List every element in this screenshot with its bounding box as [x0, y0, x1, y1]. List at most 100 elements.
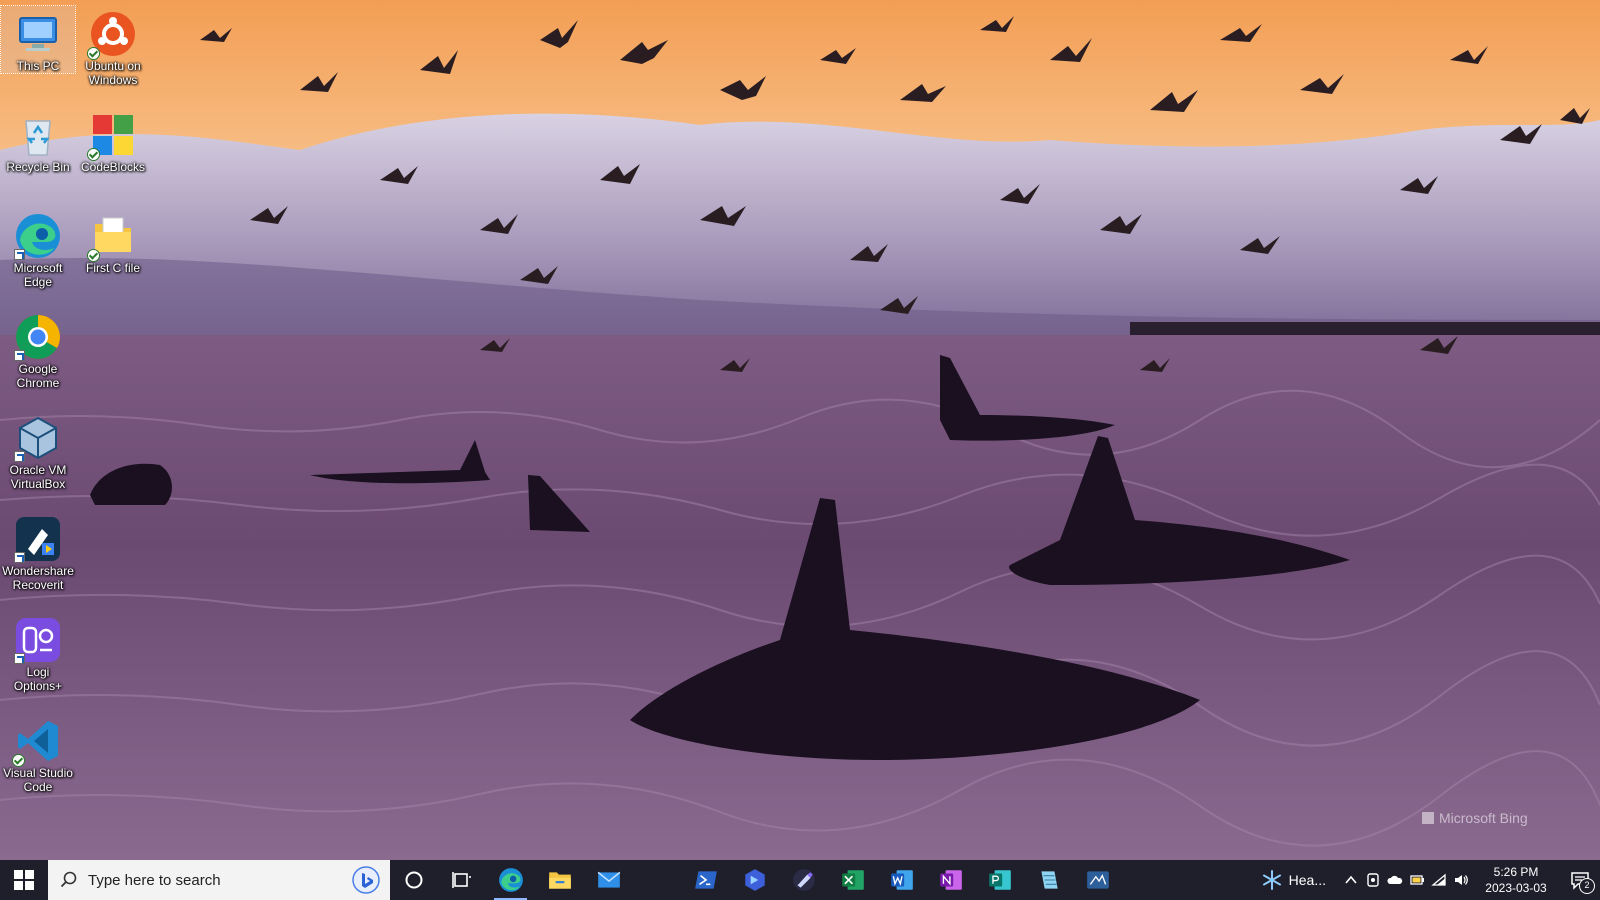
weather-widget[interactable]: Hea...	[1261, 869, 1326, 891]
desktop-icon-chrome[interactable]: Google Chrome	[1, 309, 75, 390]
volume-button[interactable]	[1450, 860, 1472, 900]
cortana-button[interactable]	[390, 860, 438, 900]
taskbar-app-word[interactable]	[877, 860, 926, 900]
taskbar-app-vs-installer[interactable]	[779, 860, 828, 900]
vscode-icon	[12, 717, 62, 767]
desktop-icon-label: Recycle Bin	[6, 160, 70, 174]
clock-date: 2023-03-03	[1485, 881, 1547, 895]
tray-device-button[interactable]	[1362, 860, 1384, 900]
recoverit-icon	[14, 515, 62, 563]
publisher-icon	[988, 870, 1011, 890]
desktop-icon-ubuntu[interactable]: Ubuntu on Windows	[76, 6, 150, 87]
edge-icon	[14, 212, 62, 260]
onenote-icon	[939, 870, 962, 890]
desktop-icon-label: CodeBlocks	[80, 160, 146, 174]
search-placeholder: Type here to search	[88, 871, 221, 889]
wifi-icon	[1431, 873, 1446, 886]
taskbar-app-snipping-tool[interactable]	[1073, 860, 1122, 900]
desktop-icon-virtualbox[interactable]: Oracle VM VirtualBox	[1, 410, 75, 491]
bing-watermark: Microsoft Bing	[1422, 810, 1528, 826]
shortcut-arrow-icon	[14, 552, 25, 563]
webcam-icon	[1367, 873, 1379, 887]
chrome-icon	[14, 313, 62, 361]
start-button[interactable]	[0, 860, 48, 900]
system-tray: Hea... 5:26 PM 2023-03-03 2	[1261, 860, 1600, 900]
notification-count-badge: 2	[1579, 878, 1595, 894]
ubuntu-icon	[87, 10, 137, 60]
desktop-icon-label: Oracle VM VirtualBox	[9, 463, 67, 491]
shortcut-arrow-icon	[14, 653, 25, 664]
speaker-icon	[1455, 875, 1468, 885]
desktop-icon-label: This PC	[16, 59, 60, 73]
sync-status-icon	[87, 47, 100, 60]
task-view-button[interactable]	[438, 860, 486, 900]
task-view-icon	[452, 872, 471, 888]
bing-logo-icon	[1422, 812, 1434, 824]
taskbar-app-notepad[interactable]	[1024, 860, 1073, 900]
cortana-icon	[405, 871, 423, 889]
snowflake-icon	[1262, 870, 1281, 890]
onedrive-cloud-icon	[1387, 875, 1403, 884]
desktop-icon-recoverit[interactable]: Wondershare Recoverit	[1, 511, 75, 592]
search-icon	[60, 871, 77, 888]
logi-options-icon	[14, 616, 62, 664]
recycle-bin-icon	[14, 111, 62, 159]
desktop-icon-label: Wondershare Recoverit	[2, 564, 74, 592]
taskbar-app-powershell[interactable]	[681, 860, 730, 900]
snipping-tool-icon	[1086, 871, 1109, 889]
excel-icon	[841, 870, 864, 890]
word-icon	[890, 870, 913, 890]
taskbar-app-mail[interactable]	[584, 860, 633, 900]
taskbar-app-power-automate[interactable]	[730, 860, 779, 900]
action-center-button[interactable]: 2	[1560, 860, 1600, 900]
sync-status-icon	[87, 148, 100, 161]
shortcut-arrow-icon	[14, 451, 25, 462]
taskbar-clock[interactable]: 5:26 PM 2023-03-03	[1476, 864, 1556, 896]
sync-status-icon	[12, 754, 25, 767]
desktop-icon-label: Visual Studio Code	[3, 766, 73, 794]
desktop-icon-label: Microsoft Edge	[13, 261, 63, 289]
taskbar-app-publisher[interactable]	[975, 860, 1024, 900]
battery-button[interactable]	[1406, 860, 1428, 900]
desktop-icon-codeblocks[interactable]: CodeBlocks	[76, 107, 150, 174]
desktop-icon-edge[interactable]: Microsoft Edge	[1, 208, 75, 289]
taskbar-app-onenote[interactable]	[926, 860, 975, 900]
show-hidden-icons-button[interactable]	[1340, 860, 1362, 900]
desktop-icon-first-c-file[interactable]: First C file	[76, 208, 150, 275]
file-explorer-icon	[548, 872, 571, 889]
virtualbox-icon	[14, 414, 62, 462]
bing-watermark-text: Microsoft Bing	[1439, 810, 1528, 826]
windows-logo-icon	[14, 870, 34, 890]
desktop-icon-label: Ubuntu on Windows	[85, 59, 141, 87]
clock-time: 5:26 PM	[1493, 865, 1539, 879]
desktop: This PC Ubuntu on Windows Recycle Bin Co…	[0, 0, 1600, 860]
desktop-icon-this-pc[interactable]: This PC	[0, 5, 76, 74]
chevron-up-icon	[1345, 875, 1357, 884]
powershell-icon	[694, 871, 717, 889]
network-button[interactable]	[1428, 860, 1450, 900]
mail-icon	[597, 871, 620, 888]
taskbar-app-edge[interactable]	[486, 860, 535, 900]
desktop-icon-label: Google Chrome	[16, 362, 60, 390]
taskbar-search-box[interactable]: Type here to search	[48, 860, 390, 900]
this-pc-icon	[14, 10, 62, 58]
edge-icon	[498, 868, 523, 892]
taskbar-app-file-explorer[interactable]	[535, 860, 584, 900]
desktop-icon-label: First C file	[86, 261, 140, 275]
shortcut-arrow-icon	[14, 350, 25, 361]
notepad-icon	[1040, 871, 1058, 889]
vs-installer-icon	[792, 869, 815, 891]
onedrive-button[interactable]	[1384, 860, 1406, 900]
codeblocks-icon	[87, 111, 137, 161]
taskbar-app-excel[interactable]	[828, 860, 877, 900]
desktop-icon-recycle-bin[interactable]: Recycle Bin	[1, 107, 75, 174]
bing-chat-icon[interactable]	[352, 866, 380, 894]
desktop-icon-label: Logi Options+	[13, 665, 63, 693]
shortcut-arrow-icon	[14, 249, 25, 260]
desktop-icon-logi-options[interactable]: Logi Options+	[1, 612, 75, 693]
desktop-icon-vscode[interactable]: Visual Studio Code	[1, 713, 75, 794]
taskbar: Type here to search Hea... 5:26 PM 2023-…	[0, 860, 1600, 900]
weather-text: Hea...	[1288, 872, 1326, 888]
sync-status-icon	[87, 249, 100, 262]
battery-icon	[1410, 875, 1424, 885]
